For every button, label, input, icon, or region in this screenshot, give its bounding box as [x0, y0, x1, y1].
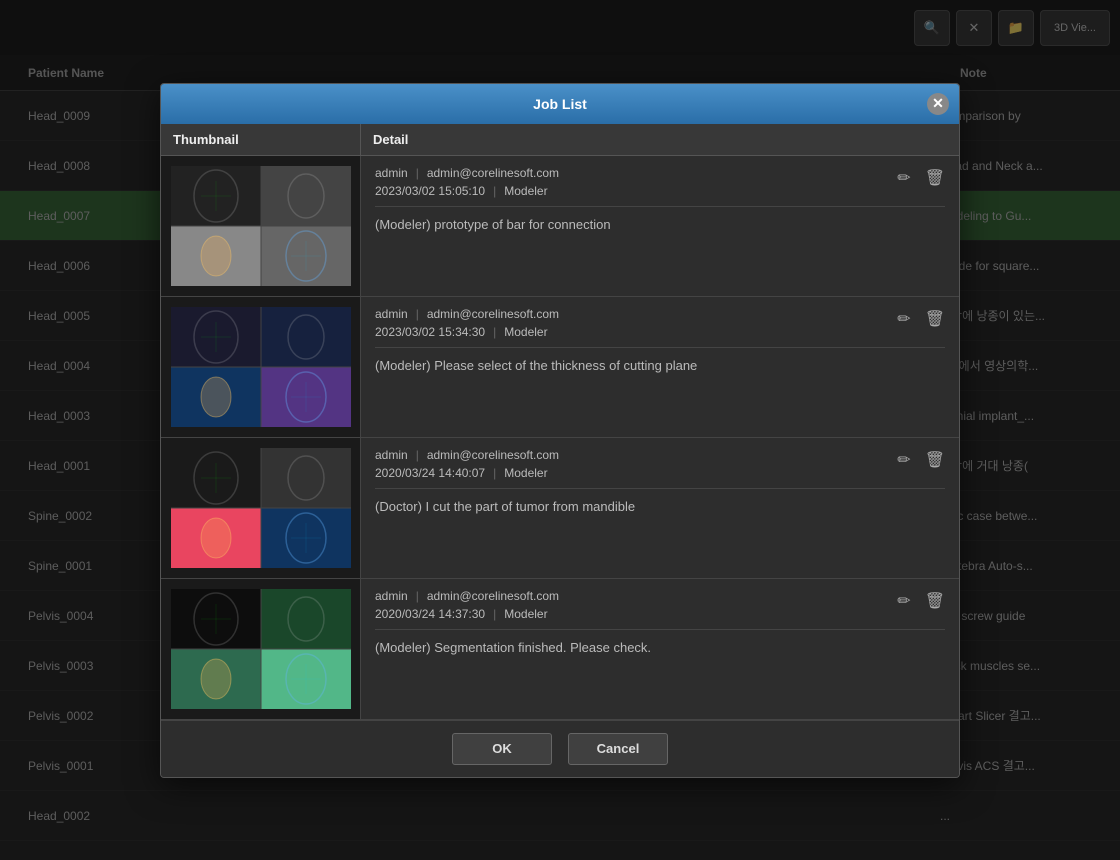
modal-content: Thumbnail Detail admin | [161, 124, 959, 720]
job-datetime-sep: | [493, 184, 496, 198]
job-email: admin@corelinesoft.com [427, 307, 559, 321]
job-actions: ✏ 🗑 [895, 307, 947, 331]
job-actions: ✏ 🗑 [895, 166, 947, 190]
job-role: Modeler [504, 466, 547, 480]
job-detail: admin | admin@corelinesoft.com 2023/03/0… [361, 156, 959, 296]
job-row: admin | admin@corelinesoft.com 2020/03/2… [161, 438, 959, 579]
job-role: Modeler [504, 607, 547, 621]
job-row: admin | admin@corelinesoft.com 2020/03/2… [161, 579, 959, 720]
job-datetime: 2020/03/24 14:40:07 [375, 466, 485, 480]
job-meta-sep: | [416, 448, 419, 462]
modal-title: Job List [533, 96, 587, 112]
job-row: admin | admin@corelinesoft.com 2023/03/0… [161, 156, 959, 297]
job-actions: ✏ 🗑 [895, 589, 947, 613]
job-separator [375, 347, 945, 348]
modal-scroll-area[interactable]: admin | admin@corelinesoft.com 2023/03/0… [161, 156, 959, 720]
job-message: (Modeler) Segmentation finished. Please … [375, 638, 945, 655]
job-datetime: 2020/03/24 14:37:30 [375, 607, 485, 621]
job-thumbnail [161, 297, 361, 437]
job-meta: admin | admin@corelinesoft.com [375, 448, 945, 462]
job-meta-sep: | [416, 307, 419, 321]
job-datetime-meta: 2023/03/02 15:05:10 | Modeler [375, 184, 945, 198]
job-detail: admin | admin@corelinesoft.com 2020/03/2… [361, 579, 959, 719]
edit-icon[interactable]: ✏ [895, 166, 912, 190]
job-row: admin | admin@corelinesoft.com 2023/03/0… [161, 297, 959, 438]
modal-overlay: Job List ✕ Thumbnail Detail [0, 0, 1120, 860]
job-email: admin@corelinesoft.com [427, 448, 559, 462]
job-meta-sep: | [416, 166, 419, 180]
modal-close-icon: ✕ [932, 95, 944, 112]
job-datetime-meta: 2020/03/24 14:40:07 | Modeler [375, 466, 945, 480]
edit-icon[interactable]: ✏ [895, 307, 912, 331]
job-meta-sep: | [416, 589, 419, 603]
job-detail: admin | admin@corelinesoft.com 2020/03/2… [361, 438, 959, 578]
job-user: admin [375, 589, 408, 603]
job-thumbnail [161, 438, 361, 578]
job-meta: admin | admin@corelinesoft.com [375, 307, 945, 321]
job-user: admin [375, 307, 408, 321]
job-thumbnail [161, 579, 361, 719]
job-separator [375, 629, 945, 630]
modal-col-thumbnail: Thumbnail [161, 124, 361, 155]
job-message: (Modeler) Please select of the thickness… [375, 356, 945, 373]
job-email: admin@corelinesoft.com [427, 589, 559, 603]
job-user: admin [375, 166, 408, 180]
edit-icon[interactable]: ✏ [895, 589, 912, 613]
edit-icon[interactable]: ✏ [895, 448, 912, 472]
job-message: (Doctor) I cut the part of tumor from ma… [375, 497, 945, 514]
job-separator [375, 206, 945, 207]
delete-icon[interactable]: 🗑 [923, 166, 947, 190]
job-message: (Modeler) prototype of bar for connectio… [375, 215, 945, 232]
job-role: Modeler [504, 325, 547, 339]
job-detail: admin | admin@corelinesoft.com 2023/03/0… [361, 297, 959, 437]
job-meta: admin | admin@corelinesoft.com [375, 166, 945, 180]
job-list-modal: Job List ✕ Thumbnail Detail [160, 83, 960, 778]
modal-col-headers: Thumbnail Detail [161, 124, 959, 156]
job-datetime-meta: 2023/03/02 15:34:30 | Modeler [375, 325, 945, 339]
modal-close-button[interactable]: ✕ [927, 93, 949, 115]
delete-icon[interactable]: 🗑 [923, 589, 947, 613]
job-datetime: 2023/03/02 15:34:30 [375, 325, 485, 339]
job-actions: ✏ 🗑 [895, 448, 947, 472]
delete-icon[interactable]: 🗑 [923, 307, 947, 331]
job-separator [375, 488, 945, 489]
job-meta: admin | admin@corelinesoft.com [375, 589, 945, 603]
job-user: admin [375, 448, 408, 462]
job-email: admin@corelinesoft.com [427, 166, 559, 180]
job-datetime-sep: | [493, 325, 496, 339]
cancel-button[interactable]: Cancel [568, 733, 668, 765]
ok-button[interactable]: OK [452, 733, 552, 765]
job-datetime-sep: | [493, 466, 496, 480]
job-thumbnail [161, 156, 361, 296]
job-datetime: 2023/03/02 15:05:10 [375, 184, 485, 198]
job-role: Modeler [504, 184, 547, 198]
modal-header: Job List ✕ [161, 84, 959, 124]
modal-footer: OK Cancel [161, 720, 959, 777]
job-datetime-meta: 2020/03/24 14:37:30 | Modeler [375, 607, 945, 621]
modal-col-detail: Detail [361, 124, 959, 155]
delete-icon[interactable]: 🗑 [923, 448, 947, 472]
job-datetime-sep: | [493, 607, 496, 621]
